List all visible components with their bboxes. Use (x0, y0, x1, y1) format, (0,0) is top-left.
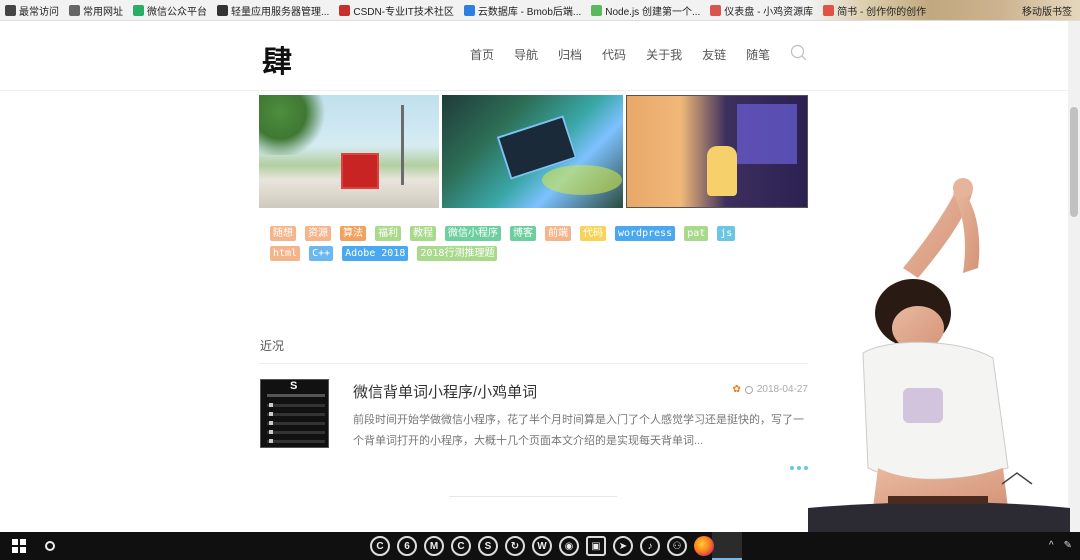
tag-item[interactable]: 2018行测推理题 (417, 246, 498, 261)
bookmark-label: 云数据库 - Bmob后端... (477, 6, 582, 18)
tag-item[interactable]: C++ (309, 246, 334, 261)
ccleaner-icon[interactable]: C (370, 536, 390, 556)
mobile-bookmarks-link[interactable]: 移动版书签 (1022, 3, 1072, 18)
bmob-icon (463, 4, 475, 16)
nav-item-code[interactable]: 代码 (602, 46, 626, 63)
flower-icon: ✿ (732, 384, 741, 395)
nav-item-links[interactable]: 友链 (702, 46, 726, 63)
folder-icon (69, 4, 80, 16)
netease-cloud-icon[interactable]: ♪ (640, 536, 660, 556)
bookmark-label: Node.js 创建第一个... (605, 6, 701, 18)
bookmark-label: 简书 - 创作你的创作 (837, 6, 927, 18)
cortana-search-icon[interactable] (45, 541, 55, 551)
tag-item[interactable]: pat (684, 226, 709, 241)
post-title[interactable]: 微信背单词小程序/小鸡单词 (353, 381, 537, 402)
post-excerpt: 前段时间开始学做微信小程序，花了半个月时间算是入门了个人感觉学习还是挺快的，写了… (353, 414, 804, 447)
search-icon[interactable] (790, 44, 808, 62)
bookmark-item[interactable]: 云数据库 - Bmob后端... (459, 0, 586, 20)
telegram-icon[interactable]: ➤ (613, 536, 633, 556)
system-tray: ^ ✎ (1049, 540, 1072, 551)
taskbar-active-indicator (712, 532, 742, 560)
tag-item[interactable]: 教程 (410, 226, 436, 241)
chrome-icon[interactable]: ◉ (559, 536, 579, 556)
bookmark-label: CSDN-专业IT技术社区 (353, 6, 454, 18)
bookmark-item[interactable]: 仪表盘 - 小鸡资源库 (705, 0, 818, 20)
sync-icon[interactable]: ↻ (505, 536, 525, 556)
tag-item[interactable]: 资源 (305, 226, 331, 241)
tag-item[interactable]: 代码 (580, 226, 606, 241)
windows-start-icon[interactable] (12, 539, 26, 553)
file-explorer-icon[interactable]: ▣ (586, 536, 606, 556)
wechat-icon[interactable]: W (532, 536, 552, 556)
nav-item-about[interactable]: 关于我 (646, 46, 682, 63)
site-logo[interactable]: 肆 (262, 37, 292, 81)
nav-item-archive[interactable]: 归档 (558, 46, 582, 63)
firefox-icon[interactable] (694, 536, 714, 556)
bookmark-label: 微信公众平台 (147, 6, 207, 18)
tag-item[interactable]: 前端 (545, 226, 571, 241)
section-title: 近况 (260, 339, 285, 353)
bookmark-item[interactable]: 微信公众平台 (128, 0, 212, 20)
banner-image-laptop[interactable] (442, 95, 623, 208)
bookmark-item[interactable]: 常用网址 (64, 0, 128, 20)
read-more-button[interactable] (790, 466, 808, 470)
post-date-text: 2018-04-27 (756, 384, 808, 395)
tag-item[interactable]: html (270, 246, 301, 261)
bookmark-label: 常用网址 (83, 6, 123, 18)
tag-item[interactable]: 算法 (340, 226, 366, 241)
post-date: ✿ 2018-04-27 (732, 384, 808, 395)
tag-item[interactable]: 微信小程序 (445, 226, 501, 241)
bookmark-item[interactable]: CSDN-专业IT技术社区 (334, 0, 459, 20)
bookmark-item[interactable]: 轻量应用服务器管理... (212, 0, 334, 20)
windows-taskbar: C 6 M C S ↻ W ◉ ▣ ➤ ♪ ⚇ ^ ✎ (0, 532, 1080, 560)
banner-image-street[interactable] (259, 95, 440, 208)
banner-image-room[interactable] (625, 95, 808, 208)
tray-chevron-icon[interactable]: ^ (1049, 540, 1054, 551)
bookmark-item[interactable]: 最常访问 (0, 0, 64, 20)
csdn-icon (339, 4, 351, 16)
nav-item-navigation[interactable]: 导航 (514, 46, 538, 63)
site-header: 肆 首页 导航 归档 代码 关于我 友链 随笔 (0, 21, 1068, 91)
tag-item[interactable]: Adobe 2018 (342, 246, 409, 261)
tag-row: html C++ Adobe 2018 2018行测推理题 (270, 246, 810, 261)
tag-item[interactable]: 博客 (510, 226, 536, 241)
section-divider (259, 363, 808, 364)
bookmark-item[interactable]: Node.js 创建第一个... (586, 0, 705, 20)
scrollbar-thumb[interactable] (1070, 107, 1078, 217)
dashboard-icon (710, 4, 722, 16)
bookmarks-bar: 最常访问 常用网址 微信公众平台 轻量应用服务器管理... CSDN-专业IT技术社区 云… (0, 0, 1080, 21)
jianshu-icon (823, 4, 835, 16)
bookmark-label: 最常访问 (19, 6, 59, 18)
meitu-icon[interactable]: M (424, 536, 444, 556)
nav-item-home[interactable]: 首页 (470, 46, 494, 63)
post-thumbnail[interactable]: S (260, 379, 329, 448)
c-app-icon[interactable]: C (451, 536, 471, 556)
netease-music-icon[interactable]: 6 (397, 536, 417, 556)
tag-item[interactable]: 福利 (375, 226, 401, 241)
bookmark-label: 轻量应用服务器管理... (231, 6, 330, 18)
bookmark-label: 仪表盘 - 小鸡资源库 (724, 6, 814, 18)
tag-item[interactable]: wordpress (615, 226, 676, 241)
taskbar-apps: C 6 M C S ↻ W ◉ ▣ ➤ ♪ ⚇ (370, 536, 714, 556)
bookmark-item[interactable]: 简书 - 创作你的创作 (818, 0, 931, 20)
main-nav: 首页 导航 归档 代码 关于我 友链 随笔 (470, 46, 790, 63)
tag-cloud: 随想 资源 算法 福利 教程 微信小程序 博客 前端 代码 wordpress pat js html… (270, 226, 810, 266)
gear-icon (5, 4, 16, 16)
s-app-icon[interactable]: S (478, 536, 498, 556)
section-divider (449, 496, 617, 497)
tag-item[interactable]: js (717, 226, 736, 241)
clock-icon (744, 385, 753, 394)
nav-item-notes[interactable]: 随笔 (746, 46, 770, 63)
wechat-icon (133, 4, 144, 16)
page-icon (591, 4, 603, 16)
pen-icon[interactable]: ✎ (1064, 540, 1072, 551)
banner-images (259, 95, 808, 208)
game-icon[interactable]: ⚇ (667, 536, 687, 556)
tag-item[interactable]: 随想 (270, 226, 296, 241)
cloud-bracket-icon (217, 4, 228, 16)
back-to-top-icon[interactable] (1000, 470, 1034, 486)
tag-row: 随想 资源 算法 福利 教程 微信小程序 博客 前端 代码 wordpress pat js (270, 226, 810, 241)
